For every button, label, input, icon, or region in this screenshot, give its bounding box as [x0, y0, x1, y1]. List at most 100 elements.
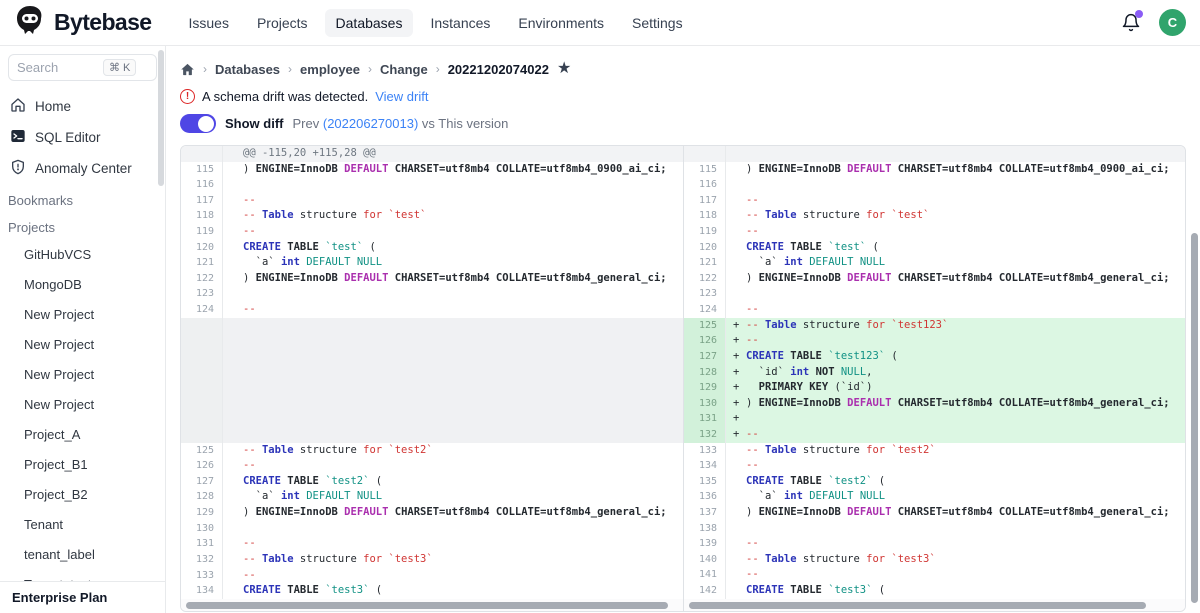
nav-item-databases[interactable]: Databases [325, 9, 414, 37]
home-icon[interactable] [180, 62, 195, 77]
diff-row [181, 318, 683, 443]
schema-diff-panel: @@ -115,20 +115,28 @@115) ENGINE=InnoDB … [180, 145, 1186, 612]
line-number: 133 [684, 443, 726, 459]
diff-row: 119-- [181, 224, 683, 240]
diff-row: 132-- Table structure for `test3` [181, 552, 683, 568]
sidebar-menu: HomeSQL EditorAnomaly Center [0, 91, 165, 184]
line-number: 129 [684, 380, 726, 396]
main-nav: IssuesProjectsDatabasesInstancesEnvironm… [177, 9, 693, 37]
diff-row: 126-- [181, 458, 683, 474]
nav-item-instances[interactable]: Instances [419, 9, 501, 37]
breadcrumb: ›Databases›employee›Change›2022120207402… [180, 58, 1186, 80]
diff-row: @@ -115,20 +115,28 @@ [181, 146, 683, 162]
line-number: 127 [684, 349, 726, 365]
line-number: 127 [181, 474, 223, 490]
diff-row: 118-- Table structure for `test` [181, 208, 683, 224]
diff-row: 133-- Table structure for `test2` [684, 443, 1185, 459]
sidebar-item-anomaly-center[interactable]: Anomaly Center [0, 153, 165, 184]
breadcrumb-item-20221202074022[interactable]: 20221202074022 [448, 62, 549, 77]
diff-row: 115) ENGINE=InnoDB DEFAULT CHARSET=utf8m… [181, 162, 683, 178]
breadcrumb-item-change[interactable]: Change [380, 62, 428, 77]
nav-item-settings[interactable]: Settings [621, 9, 694, 37]
search-input[interactable] [17, 60, 103, 75]
breadcrumb-item-databases[interactable]: Databases [215, 62, 280, 77]
code-line: -- [726, 536, 1185, 552]
line-number: 141 [684, 567, 726, 583]
code-line [726, 521, 1185, 537]
project-list: GitHubVCS MongoDB New Project New Project Ne… [0, 244, 165, 613]
diff-row: 138 [684, 521, 1185, 537]
diff-row: 121 `a` int DEFAULT NULL [181, 255, 683, 271]
code-line: +-- Table structure for `test123` [726, 318, 1185, 334]
nav-item-projects[interactable]: Projects [246, 9, 319, 37]
code-line: + PRIMARY KEY (`id`) [726, 380, 1185, 396]
project-item-tenant[interactable]: Tenant [0, 514, 165, 536]
diff-row: 140-- Table structure for `test3` [684, 552, 1185, 568]
project-item-new-project[interactable]: New Project [0, 394, 165, 416]
diff-toolbar: Show diff Prev (202206270013) vs This ve… [180, 114, 1186, 133]
project-item-new-project[interactable]: New Project [0, 334, 165, 356]
project-item-tenant-label[interactable]: tenant_label [0, 544, 165, 566]
notifications-bell-icon[interactable] [1121, 13, 1141, 33]
avatar[interactable]: C [1159, 9, 1186, 36]
nav-item-issues[interactable]: Issues [177, 9, 239, 37]
code-line [223, 177, 683, 193]
diff-row: 116 [181, 177, 683, 193]
search-box[interactable]: ⌘ K [8, 54, 157, 81]
diff-pane-left[interactable]: @@ -115,20 +115,28 @@115) ENGINE=InnoDB … [181, 146, 683, 611]
home-icon [10, 97, 26, 116]
added-line-marker: + [733, 411, 739, 427]
added-line-marker: + [733, 365, 739, 381]
code-line: CREATE TABLE `test2` ( [726, 474, 1185, 490]
brand[interactable]: Bytebase [14, 4, 151, 41]
breadcrumb-separator: › [368, 62, 372, 76]
project-item-mongodb[interactable]: MongoDB [0, 274, 165, 296]
project-item-project-b1[interactable]: Project_B1 [0, 454, 165, 476]
view-drift-link[interactable]: View drift [375, 89, 428, 104]
page-scrollbar[interactable] [1191, 233, 1198, 603]
diff-row: 131+ [684, 411, 1185, 427]
diff-row: 122) ENGINE=InnoDB DEFAULT CHARSET=utf8m… [684, 271, 1185, 287]
line-number: 118 [684, 208, 726, 224]
project-item-project-b2[interactable]: Project_B2 [0, 484, 165, 506]
code-line: +) ENGINE=InnoDB DEFAULT CHARSET=utf8mb4… [726, 396, 1185, 412]
line-number: 140 [684, 552, 726, 568]
code-line: -- [726, 193, 1185, 209]
horizontal-scrollbar-right[interactable] [684, 599, 1185, 611]
line-number [684, 146, 726, 162]
project-item-githubvcs[interactable]: GitHubVCS [0, 244, 165, 266]
diff-row: 122) ENGINE=InnoDB DEFAULT CHARSET=utf8m… [181, 271, 683, 287]
diff-row: 123 [684, 286, 1185, 302]
sidebar-item-sql-editor[interactable]: SQL Editor [0, 122, 165, 153]
added-line-marker: + [733, 333, 739, 349]
breadcrumb-item-employee[interactable]: employee [300, 62, 360, 77]
project-item-project-a[interactable]: Project_A [0, 424, 165, 446]
project-item-new-project[interactable]: New Project [0, 364, 165, 386]
horizontal-scrollbar-left[interactable] [181, 599, 683, 611]
line-number: 122 [181, 271, 223, 287]
code-line: CREATE TABLE `test` ( [726, 240, 1185, 256]
line-number [181, 146, 223, 162]
diff-row: 139-- [684, 536, 1185, 552]
breadcrumb-separator: › [203, 62, 207, 76]
sidebar: ⌘ K HomeSQL EditorAnomaly Center Bookmar… [0, 46, 166, 613]
show-diff-toggle[interactable] [180, 114, 216, 133]
line-number: 124 [684, 302, 726, 318]
code-line: -- Table structure for `test3` [223, 552, 683, 568]
project-item-new-project[interactable]: New Project [0, 304, 165, 326]
star-icon[interactable]: ★ [557, 62, 571, 76]
sidebar-scrollbar[interactable] [158, 50, 164, 186]
nav-item-environments[interactable]: Environments [507, 9, 615, 37]
code-line: `a` int DEFAULT NULL [223, 489, 683, 505]
code-line: ) ENGINE=InnoDB DEFAULT CHARSET=utf8mb4 … [223, 271, 683, 287]
sidebar-item-home[interactable]: Home [0, 91, 165, 122]
added-line-marker: + [733, 349, 739, 365]
prev-version-link[interactable]: (202206270013) [323, 116, 418, 131]
code-line: -- [223, 224, 683, 240]
diff-row: 130+) ENGINE=InnoDB DEFAULT CHARSET=utf8… [684, 396, 1185, 412]
diff-pane-right[interactable]: 115) ENGINE=InnoDB DEFAULT CHARSET=utf8m… [683, 146, 1185, 611]
line-number: 129 [181, 505, 223, 521]
diff-row: 119-- [684, 224, 1185, 240]
line-number: 117 [181, 193, 223, 209]
diff-row [684, 146, 1185, 162]
